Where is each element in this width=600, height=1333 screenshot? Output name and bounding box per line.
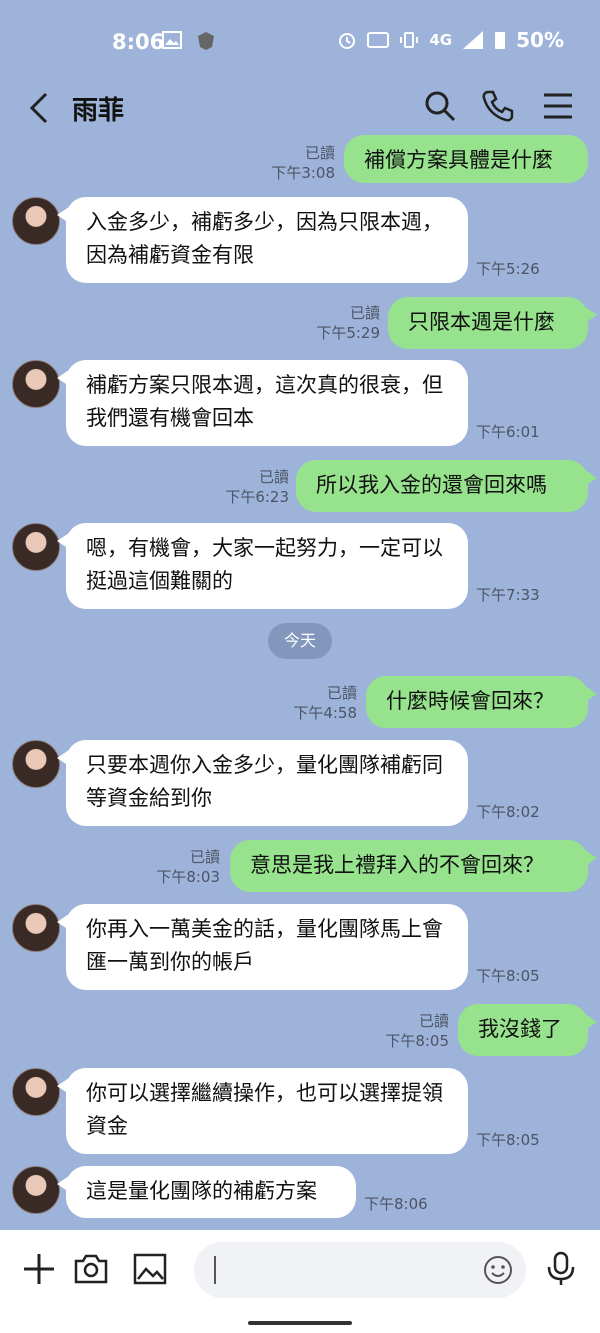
image-icon: [162, 31, 182, 49]
read-receipt: 已讀: [304, 144, 335, 162]
avatar[interactable]: [12, 523, 60, 571]
image-icon[interactable]: [131, 1250, 169, 1288]
phone-icon[interactable]: [480, 88, 516, 124]
message-time: 下午6:23: [225, 488, 289, 506]
message-bubble[interactable]: 嗯，有機會，大家一起努力，一定可以挺過這個難關的: [57, 523, 468, 609]
mic-icon[interactable]: [542, 1250, 580, 1288]
battery-level: 50%: [516, 28, 564, 52]
message-bubble[interactable]: 所以我入金的還會回來嗎: [296, 460, 597, 512]
message-time: 下午8:02: [476, 803, 540, 821]
message-bubble[interactable]: 這是量化團隊的補虧方案: [57, 1166, 356, 1218]
read-receipt: 已讀: [258, 468, 289, 486]
battery-icon: [495, 32, 506, 49]
message-bubble[interactable]: 意思是我上禮拜入的不會回來？: [230, 840, 597, 892]
message-bubble[interactable]: 入金多少，補虧多少，因為只限本週，因為補虧資金有限: [57, 197, 468, 283]
message-time: 下午8:03: [156, 868, 220, 886]
message-time: 下午8:05: [476, 1131, 540, 1149]
message-time: 下午5:29: [316, 324, 380, 342]
message-bubble[interactable]: 只要本週你入金多少，量化團隊補虧同等資金給到你: [57, 740, 468, 826]
network-type: 4G: [429, 31, 453, 49]
date-divider: 今天: [268, 623, 332, 659]
message-time: 下午6:01: [476, 423, 540, 441]
read-receipt: 已讀: [326, 684, 357, 702]
plus-icon[interactable]: [20, 1250, 58, 1288]
message-time: 下午3:08: [271, 164, 335, 182]
avatar[interactable]: [12, 1068, 60, 1116]
chat-area[interactable]: 已讀 下午3:08 補償方案具體是什麼 入金多少，補虧多少，因為只限本週，因為補…: [0, 135, 600, 1230]
avatar[interactable]: [12, 360, 60, 408]
home-indicator: [248, 1321, 352, 1325]
back-icon[interactable]: [24, 88, 54, 128]
message-time: 下午4:58: [293, 704, 357, 722]
message-time: 下午8:05: [476, 967, 540, 985]
status-bar: 8:06 4G 50%: [0, 0, 600, 68]
message-time: 下午8:05: [385, 1032, 449, 1050]
avatar[interactable]: [12, 1166, 60, 1214]
text-caret: [214, 1256, 216, 1284]
message-bubble[interactable]: 補償方案具體是什麼: [344, 135, 588, 183]
emoji-icon[interactable]: [482, 1254, 514, 1286]
shield-icon: [198, 32, 214, 50]
read-receipt: 已讀: [189, 848, 220, 866]
avatar[interactable]: [12, 904, 60, 952]
message-time: 下午5:26: [476, 260, 540, 278]
message-time: 下午7:33: [476, 586, 540, 604]
search-icon[interactable]: [422, 88, 458, 124]
read-receipt: 已讀: [418, 1012, 449, 1030]
avatar[interactable]: [12, 197, 60, 245]
message-bubble[interactable]: 你可以選擇繼續操作，也可以選擇提領資金: [57, 1068, 468, 1154]
auto-icon: [367, 32, 390, 48]
camera-icon[interactable]: [72, 1250, 110, 1288]
alarm-icon: [339, 33, 356, 49]
avatar[interactable]: [12, 740, 60, 788]
message-time: 下午8:06: [364, 1195, 428, 1213]
message-bubble[interactable]: 我沒錢了: [458, 1004, 597, 1056]
message-composer: [0, 1230, 600, 1333]
message-bubble[interactable]: 補虧方案只限本週，這次真的很衰，但我們還有機會回本: [57, 360, 468, 446]
message-bubble[interactable]: 什麼時候會回來？: [366, 676, 597, 728]
message-input[interactable]: [194, 1242, 526, 1298]
message-bubble[interactable]: 你再入一萬美金的話，量化團隊馬上會匯一萬到你的帳戶: [57, 904, 468, 990]
vibrate-icon: [400, 32, 419, 48]
signal-icon: [463, 31, 484, 49]
message-bubble[interactable]: 只限本週是什麼: [388, 297, 597, 349]
read-receipt: 已讀: [349, 304, 380, 322]
status-time: 8:06: [112, 30, 165, 54]
menu-icon[interactable]: [540, 88, 576, 124]
chat-title: 雨菲: [72, 96, 125, 126]
